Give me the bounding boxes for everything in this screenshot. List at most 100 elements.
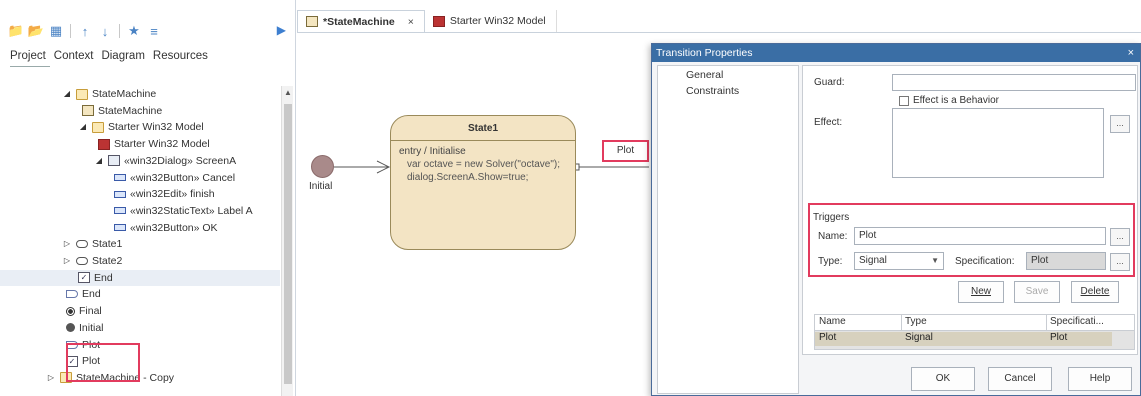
tree-item[interactable]: Starter Win32 Model bbox=[94, 136, 210, 152]
grid-header-name[interactable]: Name bbox=[819, 316, 846, 327]
expand-icon[interactable]: ▷ bbox=[62, 253, 72, 269]
tree-item-label: Initial bbox=[79, 321, 104, 334]
help-button[interactable]: Help bbox=[1068, 367, 1132, 391]
effect-behavior-checkbox[interactable] bbox=[899, 96, 909, 106]
tree-item[interactable]: ◢ StateMachine bbox=[62, 86, 156, 102]
collapse-icon[interactable]: ◢ bbox=[94, 153, 104, 169]
guard-input[interactable] bbox=[892, 74, 1136, 91]
table-row[interactable]: Plot Signal Plot bbox=[815, 332, 1112, 346]
tab-resources[interactable]: Resources bbox=[153, 50, 208, 62]
move-up-icon[interactable]: ↑ bbox=[77, 23, 93, 39]
new-diagram-icon[interactable]: ▦ bbox=[48, 23, 64, 39]
tab-context[interactable]: Context bbox=[54, 50, 94, 62]
initial-node[interactable] bbox=[311, 155, 334, 178]
tree-item[interactable]: «win32Button» Cancel bbox=[110, 170, 235, 186]
nav-constraints[interactable]: Constraints bbox=[686, 85, 739, 97]
tree-item[interactable]: «win32Edit» finish bbox=[110, 186, 215, 202]
triggers-grid: Name Type Specificati... Plot Signal Plo… bbox=[814, 314, 1135, 350]
close-icon[interactable]: × bbox=[1128, 44, 1134, 62]
tree-item-label: State1 bbox=[92, 238, 123, 251]
scroll-thumb[interactable] bbox=[284, 104, 292, 384]
delete-button-label: Delete bbox=[1080, 286, 1110, 297]
tree-item[interactable]: Final bbox=[62, 303, 102, 319]
save-button-label: Save bbox=[1025, 286, 1049, 297]
guard-label: Guard: bbox=[814, 77, 845, 88]
new-folder-icon[interactable]: 📂 bbox=[28, 23, 44, 39]
state1-element[interactable]: State1 entry / Initialise var octave = n… bbox=[390, 115, 576, 250]
grid-header-specification[interactable]: Specificati... bbox=[1050, 316, 1104, 327]
collapse-icon[interactable]: ◢ bbox=[62, 86, 72, 102]
ok-button[interactable]: OK bbox=[911, 367, 975, 391]
expand-arrow-icon[interactable]: ▶ bbox=[277, 23, 286, 37]
tree-item[interactable]: ◢ Starter Win32 Model bbox=[78, 119, 204, 135]
toolbar-divider bbox=[119, 24, 120, 38]
model-icon bbox=[98, 138, 110, 150]
menu-icon[interactable]: ≡ bbox=[146, 23, 162, 39]
tab-project[interactable]: Project bbox=[10, 50, 46, 62]
highlight-box bbox=[66, 343, 140, 382]
tree-item[interactable]: End bbox=[62, 286, 101, 302]
tree-item[interactable]: ▷ State2 bbox=[62, 253, 122, 269]
tab-label: *StateMachine bbox=[323, 15, 395, 28]
new-button[interactable]: New bbox=[958, 281, 1004, 303]
initial-icon bbox=[66, 323, 75, 333]
trigger-type-select[interactable]: Signal ▼ bbox=[854, 252, 944, 270]
tree-scrollbar[interactable]: ▲ bbox=[281, 86, 293, 396]
project-browser: 📁 📂 ▦ ↑ ↓ ★ ≡ ▶ Project Context Diagram … bbox=[0, 0, 296, 396]
save-button[interactable]: Save bbox=[1014, 281, 1060, 303]
close-icon[interactable]: × bbox=[408, 16, 414, 28]
active-tab-indicator bbox=[10, 66, 50, 67]
delete-button[interactable]: Delete bbox=[1071, 281, 1119, 303]
dialog-icon bbox=[108, 155, 120, 167]
expand-icon[interactable]: ▷ bbox=[62, 236, 72, 252]
effect-ellipsis-button[interactable]: ... bbox=[1110, 115, 1130, 133]
move-down-icon[interactable]: ↓ bbox=[97, 23, 113, 39]
trigger-name-input[interactable]: Plot bbox=[854, 227, 1106, 245]
folder-icon bbox=[92, 121, 104, 133]
tree-item-label: End bbox=[94, 271, 113, 284]
tree-item-label: «win32StaticText» Label A bbox=[130, 204, 253, 217]
specification-label: Specification: bbox=[955, 256, 1015, 267]
code-line: dialog.ScreenA.Show=true; bbox=[407, 172, 529, 183]
grid-cell-specification: Plot bbox=[1050, 332, 1068, 343]
tree-item-label: «win32Button» OK bbox=[130, 221, 218, 234]
tree-item[interactable]: ▷ State1 bbox=[62, 236, 122, 252]
nav-general[interactable]: General bbox=[686, 69, 723, 81]
tree-item-label: «win32Edit» finish bbox=[130, 188, 215, 201]
tree-item[interactable]: «win32StaticText» Label A bbox=[110, 203, 253, 219]
model-icon bbox=[432, 15, 445, 27]
grid-header-type[interactable]: Type bbox=[905, 316, 927, 327]
properties-icon[interactable]: ★ bbox=[126, 23, 142, 39]
tree-item[interactable]: ◢ «win32Dialog» ScreenA bbox=[94, 153, 236, 169]
control-icon bbox=[114, 224, 126, 232]
tree-item[interactable]: «win32Button» OK bbox=[110, 220, 218, 236]
trigger-name-label: Name: bbox=[818, 231, 848, 242]
control-icon bbox=[114, 190, 126, 198]
effect-behavior-label: Effect is a Behavior bbox=[913, 95, 999, 106]
expand-icon[interactable]: ▷ bbox=[46, 370, 56, 386]
tree-item-label: StateMachine bbox=[92, 88, 157, 100]
specification-input[interactable]: Plot bbox=[1026, 252, 1106, 270]
tree-item[interactable]: StateMachine bbox=[78, 103, 162, 119]
final-icon bbox=[66, 306, 75, 316]
tab-label: Starter Win32 Model bbox=[449, 15, 546, 27]
tab-statemachine[interactable]: *StateMachine × bbox=[297, 10, 425, 32]
new-package-icon[interactable]: 📁 bbox=[8, 23, 24, 39]
specification-ellipsis-button[interactable]: ... bbox=[1110, 253, 1130, 271]
scroll-up-icon[interactable]: ▲ bbox=[284, 88, 292, 97]
toolbar-divider bbox=[70, 24, 71, 38]
tree-item[interactable]: ✓ End bbox=[0, 269, 280, 286]
state-body: entry / Initialise var octave = new Solv… bbox=[391, 141, 575, 188]
grid-cell-name: Plot bbox=[819, 332, 837, 343]
effect-input[interactable] bbox=[892, 108, 1104, 178]
tab-diagram[interactable]: Diagram bbox=[101, 50, 144, 62]
entry-behavior: entry / Initialise bbox=[399, 146, 466, 157]
collapse-icon[interactable]: ◢ bbox=[78, 119, 88, 135]
dialog-titlebar[interactable]: Transition Properties × bbox=[652, 44, 1140, 62]
tab-starter-win32-model[interactable]: Starter Win32 Model bbox=[425, 10, 557, 32]
transition-label-plot[interactable]: Plot bbox=[602, 140, 649, 162]
trigger-name-ellipsis-button[interactable]: ... bbox=[1110, 228, 1130, 246]
diagram-icon bbox=[82, 105, 94, 117]
tree-item[interactable]: Initial bbox=[62, 320, 104, 336]
cancel-button[interactable]: Cancel bbox=[988, 367, 1052, 391]
